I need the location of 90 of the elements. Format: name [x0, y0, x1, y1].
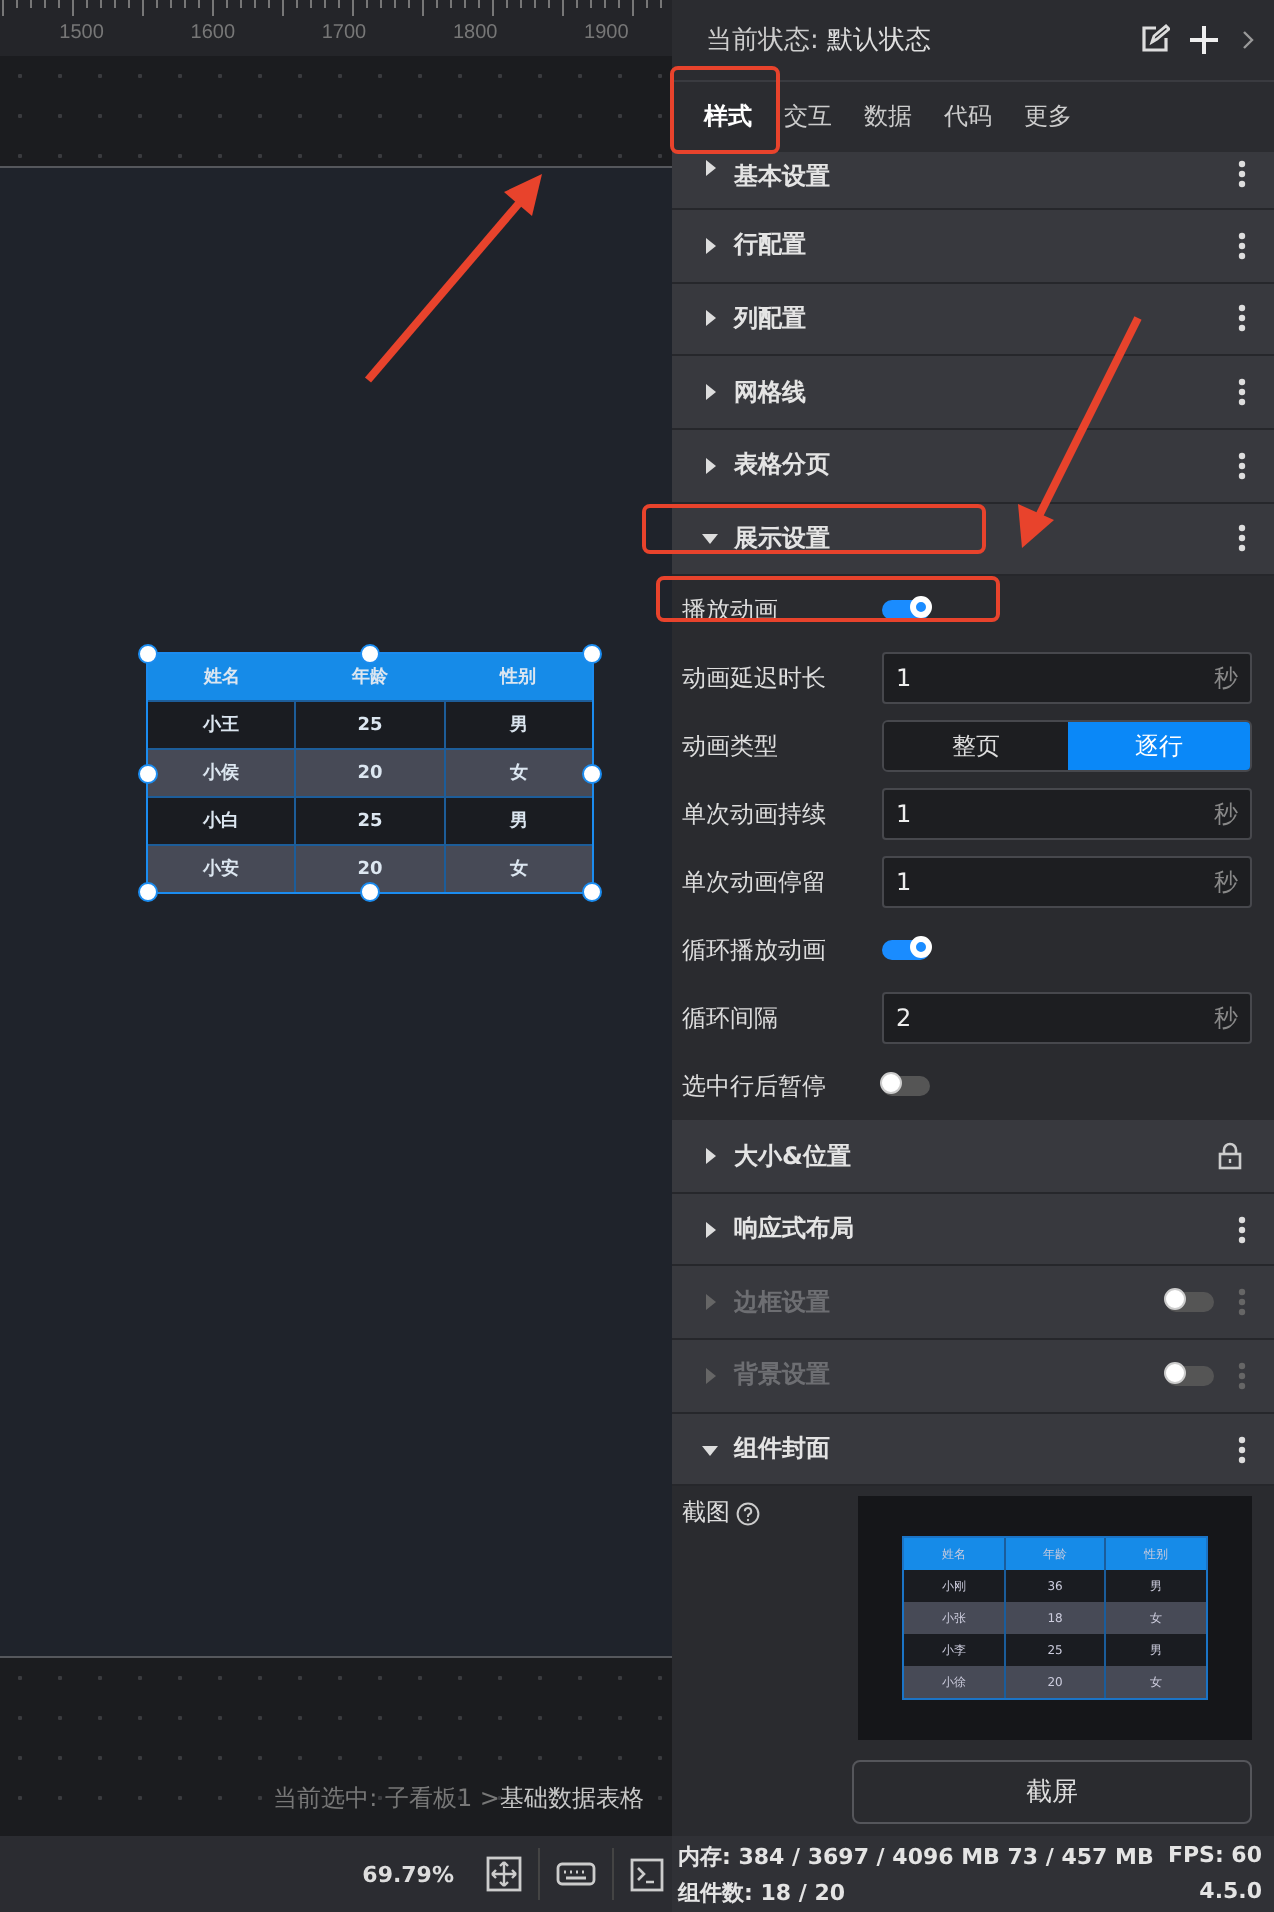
- resize-handle[interactable]: [582, 644, 602, 664]
- breadcrumb-current: 基础数据表格: [500, 1784, 644, 1812]
- more-icon[interactable]: [1238, 451, 1246, 480]
- table-cell: 25: [296, 796, 446, 844]
- terminal-icon[interactable]: [630, 1857, 664, 1891]
- table-header-cell-text: 性别: [497, 665, 538, 692]
- component-count: 组件数: 18 / 20: [678, 1877, 846, 1908]
- section-header[interactable]: 行配置: [672, 210, 1274, 284]
- resize-handle[interactable]: [582, 882, 602, 902]
- tab[interactable]: 数据: [848, 87, 928, 146]
- section-header[interactable]: 大小&位置: [672, 1120, 1274, 1194]
- breadcrumb-path: 当前选中: 子看板1 >: [273, 1784, 500, 1812]
- caret-icon: [702, 237, 718, 254]
- zoom-level: 69.79%: [362, 1861, 454, 1887]
- caret-icon: [702, 1294, 718, 1311]
- section-header[interactable]: 组件封面: [672, 1413, 1274, 1487]
- section-header[interactable]: 基本设置: [672, 152, 1274, 210]
- number-field[interactable]: 2 秒: [882, 992, 1252, 1045]
- tab[interactable]: 代码: [928, 87, 1008, 146]
- resize-handle[interactable]: [138, 763, 158, 783]
- resize-handle[interactable]: [138, 882, 158, 902]
- table-cell: 男: [445, 796, 592, 844]
- edit-icon[interactable]: [1140, 24, 1170, 55]
- ruler-label: 1500: [57, 22, 106, 44]
- state-value[interactable]: 默认状态: [826, 21, 1140, 58]
- caret-icon: [702, 310, 718, 327]
- section-header[interactable]: 网格线: [672, 356, 1274, 430]
- caret-icon: [702, 1148, 718, 1165]
- screenshot-button[interactable]: 截屏: [852, 1760, 1252, 1825]
- more-icon[interactable]: [1238, 1215, 1246, 1244]
- more-icon[interactable]: [1238, 524, 1246, 553]
- keyboard-icon[interactable]: [556, 1862, 596, 1886]
- section-header[interactable]: 表格分页: [672, 429, 1274, 504]
- section-header[interactable]: 响应式布局: [672, 1193, 1274, 1267]
- table-cell: 20: [296, 748, 446, 796]
- setting-label: 选中行后暂停: [682, 1069, 828, 1104]
- ruler-label: 1800: [450, 22, 500, 44]
- section-header[interactable]: 列配置: [672, 283, 1274, 357]
- more-icon[interactable]: [1238, 304, 1246, 333]
- more-icon[interactable]: [1238, 231, 1246, 260]
- resize-handle[interactable]: [360, 644, 380, 664]
- caret-icon: [702, 160, 718, 177]
- table-cell: 男: [445, 700, 592, 748]
- table-header-cell-text: 姓名: [201, 665, 242, 692]
- number-field[interactable]: 1 秒: [882, 788, 1252, 841]
- chevron-right-icon[interactable]: [1242, 29, 1254, 50]
- setting-label: 循环播放动画: [682, 933, 828, 968]
- tab[interactable]: 交互: [768, 87, 848, 146]
- setting-label: 动画延迟时长: [682, 661, 828, 696]
- number-field[interactable]: 1 秒: [882, 652, 1252, 705]
- number-field[interactable]: 1 秒: [882, 856, 1252, 909]
- version-label: 4.5.0: [1199, 1877, 1262, 1908]
- caret-icon: [702, 1221, 718, 1238]
- annotation-box: [670, 66, 780, 154]
- caret-icon: [702, 457, 718, 474]
- ruler-label: 1700: [319, 22, 369, 44]
- setting-label: 循环间隔: [682, 1001, 780, 1036]
- memory-stat: 内存: 384 / 3697 / 4096 MB 73 / 457 MB: [678, 1841, 1154, 1872]
- fps-stat: FPS: 60: [1167, 1841, 1262, 1872]
- setting-label: 单次动画持续: [682, 797, 828, 832]
- caret-icon: [702, 1441, 718, 1458]
- table-header-cell-text: 年龄: [349, 665, 390, 692]
- help-icon[interactable]: [736, 1502, 760, 1527]
- setting-label: 动画类型: [682, 729, 780, 764]
- caret-icon: [702, 530, 718, 547]
- plus-icon[interactable]: [1190, 25, 1218, 54]
- resize-handle[interactable]: [360, 882, 380, 902]
- tab[interactable]: 样式: [688, 87, 768, 146]
- lock-icon[interactable]: [1218, 1142, 1242, 1171]
- table-cell: 25: [296, 700, 446, 748]
- setting-label: 截图: [682, 1496, 730, 1531]
- more-icon[interactable]: [1238, 160, 1246, 189]
- state-label: 当前状态:: [706, 23, 819, 58]
- ruler-label: 1900: [582, 22, 631, 44]
- toggle-switch[interactable]: [882, 1076, 930, 1097]
- table-cell: 小王: [148, 700, 297, 748]
- table-cell: 小白: [148, 796, 297, 844]
- caret-icon: [702, 1367, 718, 1384]
- resize-handle[interactable]: [138, 644, 158, 664]
- segment-option[interactable]: 整页: [884, 722, 1067, 771]
- caret-icon: [702, 384, 718, 401]
- more-icon[interactable]: [1238, 1435, 1246, 1464]
- tab[interactable]: 更多: [1008, 87, 1088, 146]
- ruler-label: 1600: [188, 22, 238, 44]
- toggle-switch[interactable]: [882, 600, 930, 621]
- segment-option[interactable]: 逐行: [1067, 722, 1250, 771]
- toggle-switch[interactable]: [882, 940, 930, 961]
- setting-label: 单次动画停留: [682, 865, 828, 900]
- fit-screen-icon[interactable]: [486, 1856, 522, 1892]
- more-icon[interactable]: [1238, 378, 1246, 407]
